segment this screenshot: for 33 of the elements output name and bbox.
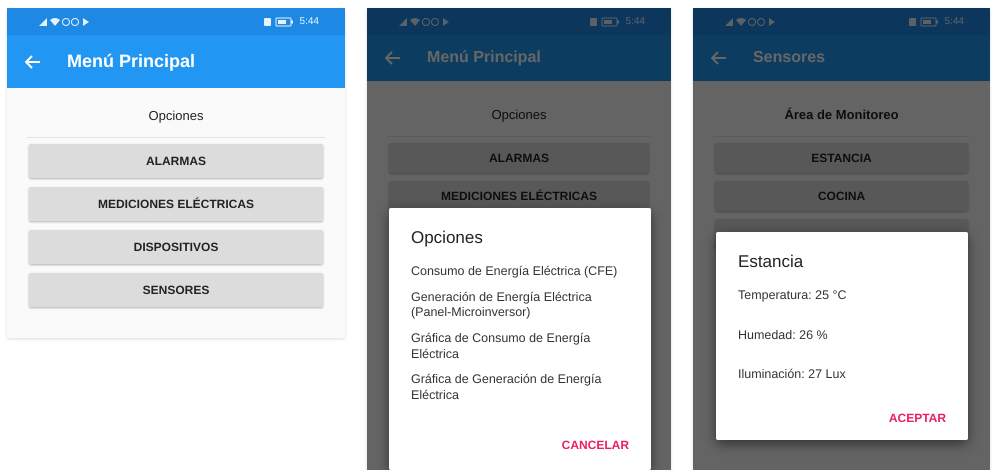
status-time: 5:44 (300, 16, 319, 27)
status-icons (399, 16, 451, 26)
menu-button[interactable]: SENSORES (29, 273, 323, 307)
menu-button[interactable]: DISPOSITIVOS (29, 230, 323, 264)
section-heading: Opciones (27, 88, 325, 138)
status-time: 5:44 (944, 16, 964, 27)
battery-icon (264, 16, 294, 26)
back-arrow-icon[interactable] (711, 51, 727, 65)
back-arrow-icon[interactable] (25, 54, 41, 68)
sensor-reading: Iluminación: 27 Lux (738, 367, 847, 383)
battery-icon (908, 16, 939, 26)
battery-icon (590, 16, 620, 26)
sensor-reading: Humedad: 26 % (738, 328, 829, 344)
dialog-title: Estancia (738, 252, 804, 272)
sensor-reading: Temperatura: 25 °C (738, 288, 848, 304)
dialog-option[interactable]: Gráfica de Generación de Energía Eléctrica (411, 372, 629, 404)
status-icons (39, 16, 91, 26)
dialog-option[interactable]: Consumo de Energía Eléctrica (CFE) (411, 264, 629, 280)
screen-title: Menú Principal (427, 49, 541, 67)
section-heading: Área de Monitoreo (713, 81, 970, 137)
menu-button[interactable]: MEDICIONES ELÉCTRICAS (29, 187, 323, 221)
back-arrow-icon[interactable] (385, 51, 401, 65)
section-heading: Opciones (387, 81, 651, 137)
screen-title: Menú Principal (67, 51, 196, 72)
dialog-option[interactable]: Generación de Energía Eléctrica (Panel-Microinversor) (411, 290, 629, 321)
menu-button[interactable]: ALARMAS (29, 144, 323, 178)
status-time: 5:44 (626, 16, 645, 27)
dialog-option[interactable]: Gráfica de Consumo de Energía Eléctrica (411, 330, 629, 362)
screen-title: Sensores (753, 49, 826, 67)
dialog-title: Opciones (411, 228, 484, 248)
dialog-action-button[interactable]: CANCELAR (562, 434, 629, 456)
dialog-action-button[interactable]: ACEPTAR (888, 406, 946, 429)
status-icons (725, 16, 777, 26)
